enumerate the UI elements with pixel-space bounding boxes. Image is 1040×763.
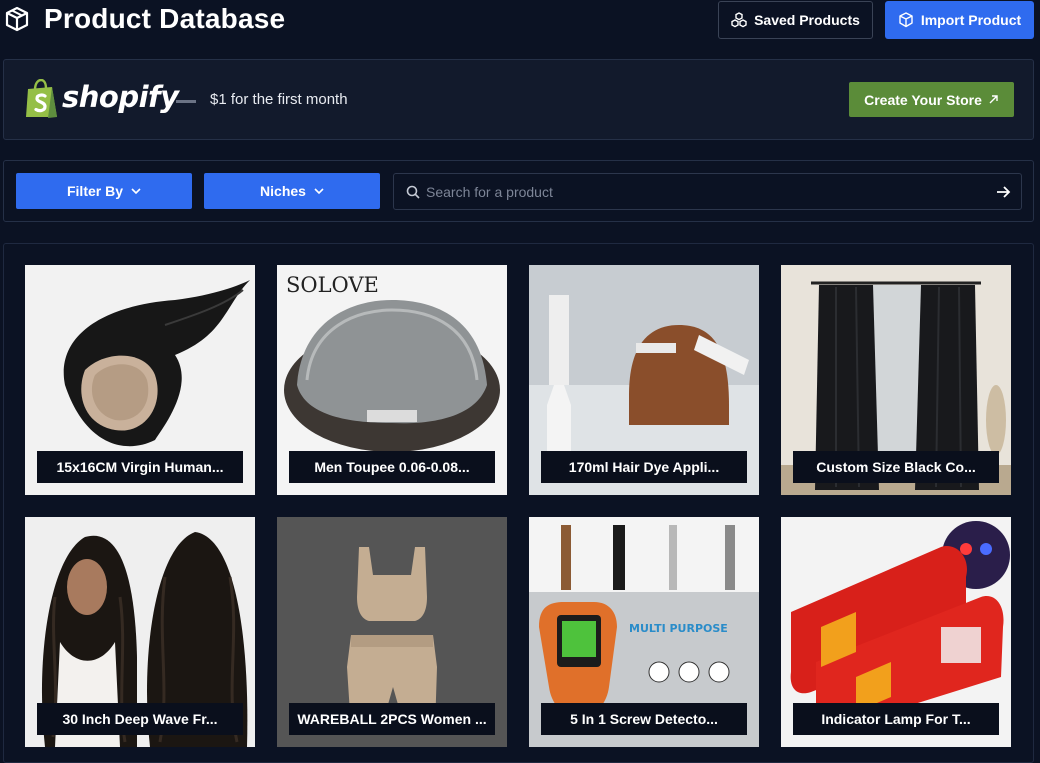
product-title: 170ml Hair Dye Appli... <box>541 451 747 483</box>
filter-by-dropdown[interactable]: Filter By <box>16 173 192 209</box>
product-title: 5 In 1 Screw Detecto... <box>541 703 747 735</box>
product-card[interactable]: SOLOVE Men Toupee 0.06-0.08... <box>277 265 507 495</box>
saved-products-button[interactable]: Saved Products <box>718 1 873 39</box>
box-plus-icon <box>899 12 913 28</box>
cubes-icon <box>731 12 747 28</box>
product-grid: 15x16CM Virgin Human... SOLOVE Men Toupe… <box>3 243 1034 763</box>
saved-products-label: Saved Products <box>754 12 860 28</box>
product-card[interactable]: Indicator Lamp For T... <box>781 517 1011 747</box>
search-box <box>393 173 1022 210</box>
product-title: WAREBALL 2PCS Women ... <box>289 703 495 735</box>
product-title: Men Toupee 0.06-0.08... <box>289 451 495 483</box>
package-icon <box>5 6 29 32</box>
chevron-down-icon <box>314 187 324 194</box>
product-card[interactable]: 170ml Hair Dye Appli... <box>529 265 759 495</box>
chevron-down-icon <box>131 187 141 194</box>
search-input[interactable] <box>426 174 986 209</box>
solove-brand-text: SOLOVE <box>286 273 379 297</box>
product-card[interactable]: Custom Size Black Co... <box>781 265 1011 495</box>
shopify-bag-icon <box>26 79 57 118</box>
shopify-wordmark: shopify <box>62 80 179 114</box>
filter-by-label: Filter By <box>66 183 123 199</box>
product-title: Indicator Lamp For T... <box>793 703 999 735</box>
shopify-promo-banner: shopify $1 for the first month Create Yo… <box>3 59 1034 140</box>
product-title: 15x16CM Virgin Human... <box>37 451 243 483</box>
import-product-button[interactable]: Import Product <box>885 1 1034 39</box>
create-store-label: Create Your Store <box>864 91 982 108</box>
product-card[interactable]: 15x16CM Virgin Human... <box>25 265 255 495</box>
arrow-right-icon[interactable] <box>996 185 1011 199</box>
external-arrow-icon <box>989 95 998 104</box>
filter-bar: Filter By Niches <box>3 160 1034 222</box>
promo-offer-text: $1 for the first month <box>210 91 348 108</box>
import-product-label: Import Product <box>920 12 1022 28</box>
product-card[interactable]: MULTI PURPOSE 5 In 1 Screw Detecto... <box>529 517 759 747</box>
product-title: Custom Size Black Co... <box>793 451 999 483</box>
niches-label: Niches <box>260 183 306 199</box>
promo-separator <box>176 100 196 103</box>
product-card[interactable]: 30 Inch Deep Wave Fr... <box>25 517 255 747</box>
niches-dropdown[interactable]: Niches <box>204 173 380 209</box>
create-store-button[interactable]: Create Your Store <box>849 82 1014 117</box>
multi-purpose-text: MULTI PURPOSE <box>629 622 728 635</box>
search-icon <box>406 185 420 199</box>
product-card[interactable]: WAREBALL 2PCS Women ... <box>277 517 507 747</box>
product-title: 30 Inch Deep Wave Fr... <box>37 703 243 735</box>
header: Product Database Saved Products Import P… <box>0 0 1040 40</box>
page-title: Product Database <box>44 3 286 34</box>
